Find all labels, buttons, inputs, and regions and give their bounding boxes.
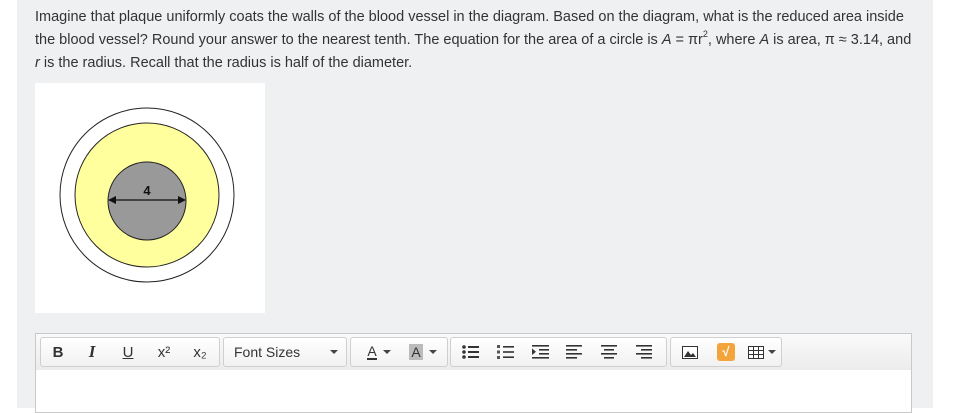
align-center-icon — [601, 345, 617, 359]
chevron-down-icon — [382, 350, 391, 354]
format-group: B I U x² x₂ — [40, 337, 220, 367]
table-button[interactable] — [745, 338, 779, 366]
font-color-button[interactable]: A — [359, 338, 399, 366]
italic-button[interactable]: I — [75, 338, 109, 366]
indent-icon — [531, 345, 549, 359]
image-icon — [682, 345, 698, 359]
align-right-icon — [636, 345, 652, 359]
color-group: A A — [350, 337, 448, 367]
underline-button[interactable]: U — [111, 338, 145, 366]
bullet-list-button[interactable] — [455, 338, 485, 366]
numbered-list-icon — [496, 345, 514, 359]
table-icon — [748, 345, 764, 359]
indent-button[interactable] — [525, 338, 555, 366]
bullet-list-icon — [461, 345, 479, 359]
math-button[interactable]: √ — [711, 338, 741, 366]
bold-button[interactable]: B — [41, 338, 75, 366]
font-color-icon: A — [367, 343, 377, 360]
list-align-group — [450, 337, 667, 367]
background-color-button[interactable]: A — [403, 338, 443, 366]
align-left-button[interactable] — [559, 338, 589, 366]
superscript-icon: x² — [157, 343, 171, 361]
answer-editor[interactable]: B I U x² x₂ Font Sizes A A √ — [35, 333, 912, 413]
image-button[interactable] — [675, 338, 705, 366]
diameter-label: 4 — [143, 183, 151, 198]
superscript-button[interactable]: x² — [147, 338, 181, 366]
chevron-down-icon — [768, 350, 776, 354]
font-sizes-select[interactable]: Font Sizes — [223, 337, 347, 367]
align-center-button[interactable] — [594, 338, 624, 366]
align-right-button[interactable] — [629, 338, 659, 366]
math-icon: √ — [717, 343, 735, 361]
subscript-button[interactable]: x₂ — [183, 338, 217, 366]
editor-text-area[interactable] — [36, 370, 911, 412]
italic-icon: I — [88, 342, 96, 361]
align-left-icon — [566, 345, 582, 359]
question-text: Imagine that plaque uniformly coats the … — [35, 9, 912, 71]
bold-icon: B — [52, 343, 64, 361]
underline-icon: U — [122, 343, 134, 361]
editor-toolbar: B I U x² x₂ Font Sizes A A √ — [36, 334, 911, 371]
font-sizes-label: Font Sizes — [234, 344, 301, 360]
blood-vessel-diagram: 4 — [35, 83, 265, 313]
chevron-down-icon — [330, 350, 338, 354]
subscript-icon: x₂ — [193, 343, 207, 361]
media-group: √ — [670, 337, 782, 367]
background-color-icon: A — [409, 344, 423, 360]
chevron-down-icon — [428, 350, 437, 354]
numbered-list-button[interactable] — [490, 338, 520, 366]
lumen — [107, 161, 187, 241]
